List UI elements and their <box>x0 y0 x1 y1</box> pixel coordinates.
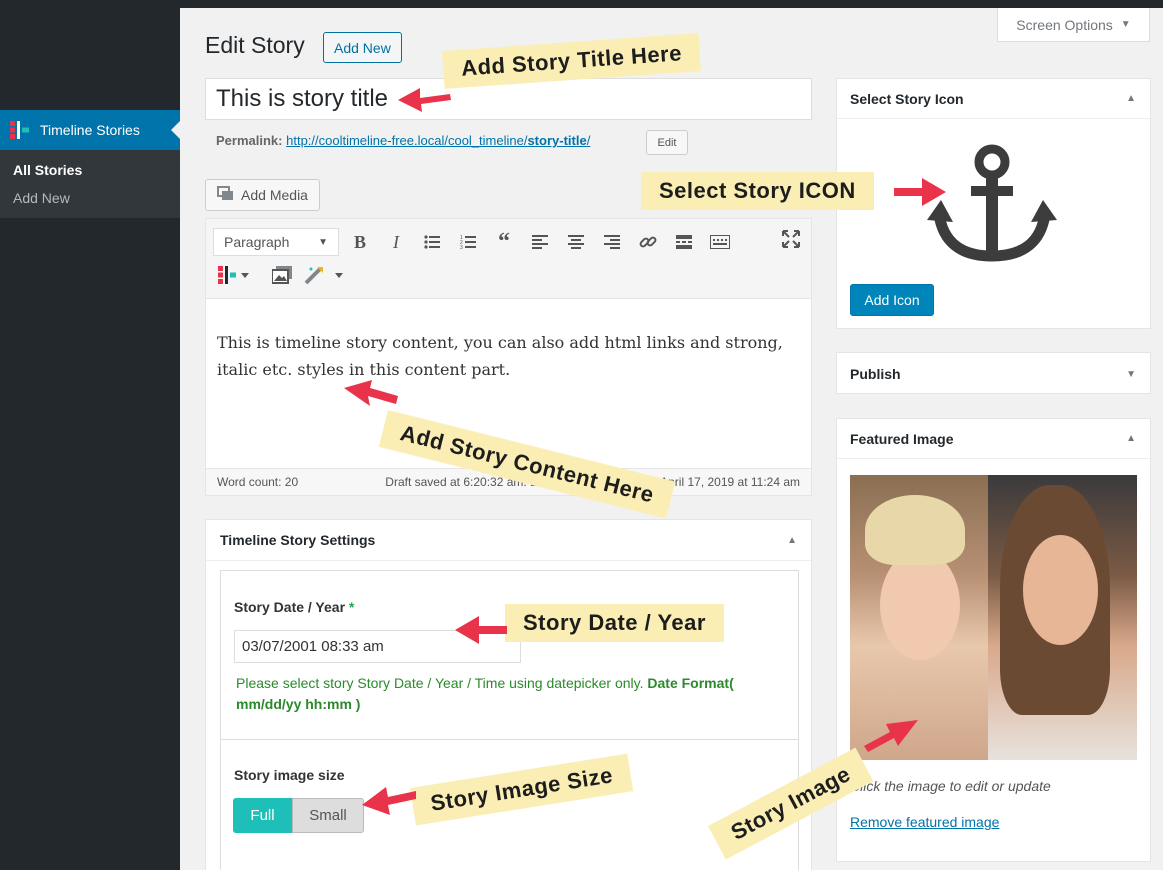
arrow-icon <box>344 380 398 406</box>
italic-icon[interactable]: I <box>382 228 410 256</box>
timeline-icon[interactable] <box>214 261 254 289</box>
read-more-icon[interactable] <box>670 228 698 256</box>
featured-box-header[interactable]: Featured Image ▲ <box>837 419 1150 459</box>
featured-image-box: Featured Image ▲ Click the image to edit… <box>836 418 1151 862</box>
page-title: Edit Story <box>205 32 305 58</box>
magic-wand-icon[interactable] <box>302 261 346 289</box>
format-select-value: Paragraph <box>224 234 290 250</box>
arrow-icon <box>362 787 416 815</box>
icon-box-title: Select Story Icon <box>850 90 964 107</box>
add-media-button[interactable]: Add Media <box>205 179 320 211</box>
align-center-icon[interactable] <box>562 228 590 256</box>
toolbar-toggle-icon[interactable] <box>706 228 734 256</box>
fullscreen-icon[interactable] <box>777 225 805 253</box>
caret-down-icon: ▼ <box>1120 19 1131 30</box>
size-full-option[interactable]: Full <box>233 798 292 833</box>
image-size-toggle: Full Small <box>233 798 364 833</box>
photo-right <box>988 475 1137 760</box>
publish-box-header[interactable]: Publish ▼ <box>837 353 1150 395</box>
format-select[interactable]: Paragraph ▼ <box>213 228 339 256</box>
publish-title: Publish <box>850 366 901 382</box>
settings-title: Timeline Story Settings <box>220 532 376 548</box>
annotation-date: Story Date / Year <box>505 604 724 642</box>
svg-text:3: 3 <box>460 245 463 249</box>
align-left-icon[interactable] <box>526 228 554 256</box>
date-label-text: Story Date / Year <box>234 599 346 615</box>
admin-bar <box>0 0 1163 8</box>
numbered-list-icon[interactable]: 123 <box>454 228 482 256</box>
submenu-add-new[interactable]: Add New <box>0 184 180 212</box>
image-size-label: Story image size <box>234 767 345 783</box>
permalink: Permalink: http://cooltimeline-free.loca… <box>216 133 590 148</box>
arrow-icon <box>455 616 507 644</box>
required-mark: * <box>348 599 355 615</box>
settings-header[interactable]: Timeline Story Settings ▲ <box>206 520 811 561</box>
link-icon[interactable] <box>634 228 662 256</box>
submenu: All Stories Add New <box>0 150 180 218</box>
blockquote-icon[interactable]: “ <box>490 228 518 256</box>
screen-options-label: Screen Options <box>1016 16 1113 33</box>
collapse-icon[interactable]: ▲ <box>1126 93 1136 104</box>
timeline-story-settings: Timeline Story Settings ▲ Story Date / Y… <box>205 519 812 870</box>
date-help-text: Please select story Story Date / Year / … <box>236 673 766 715</box>
media-icon <box>217 185 235 205</box>
permalink-tail: / <box>586 133 591 148</box>
editor-toolbar: Paragraph ▼ B I 123 “ <box>206 219 811 299</box>
collapse-icon[interactable]: ▲ <box>787 535 797 546</box>
featured-title: Featured Image <box>850 430 954 447</box>
bullet-list-icon[interactable] <box>418 228 446 256</box>
annotation-icon: Select Story ICON <box>641 172 874 210</box>
permalink-link[interactable]: http://cooltimeline-free.local/cool_time… <box>286 133 590 148</box>
add-icon-button[interactable]: Add Icon <box>850 284 934 316</box>
add-new-button[interactable]: Add New <box>323 32 402 63</box>
remove-featured-image-link[interactable]: Remove featured image <box>850 814 999 830</box>
word-count: Word count: 20 <box>217 475 299 489</box>
select-caret-icon: ▼ <box>318 236 328 248</box>
size-small-option[interactable]: Small <box>292 798 364 833</box>
menu-item-timeline-stories[interactable]: Timeline Stories <box>0 110 180 150</box>
date-label: Story Date / Year * <box>234 599 354 615</box>
arrow-icon <box>398 88 451 112</box>
permalink-slug: story-title <box>527 133 587 148</box>
bold-icon[interactable]: B <box>346 228 374 256</box>
permalink-base: http://cooltimeline-free.local/cool_time… <box>286 133 528 148</box>
publish-box: Publish ▼ <box>836 352 1151 394</box>
collapse-icon[interactable]: ▲ <box>1126 433 1136 444</box>
select-story-icon-box: Select Story Icon ▲ Add Icon <box>836 78 1151 329</box>
menu-label: Timeline Stories <box>40 122 140 138</box>
featured-caption: Click the image to edit or update <box>850 778 1051 794</box>
gallery-icon[interactable] <box>268 261 296 289</box>
arrow-icon <box>894 178 946 206</box>
arrow-icon <box>864 720 918 752</box>
submenu-all-stories[interactable]: All Stories <box>0 156 180 184</box>
align-right-icon[interactable] <box>598 228 626 256</box>
permalink-edit-button[interactable]: Edit <box>646 130 688 155</box>
divider <box>221 739 798 740</box>
screen-options-button[interactable]: Screen Options ▼ <box>997 8 1150 42</box>
help-text: Please select story Story Date / Year / … <box>236 675 644 691</box>
add-media-label: Add Media <box>241 187 308 203</box>
permalink-label: Permalink: <box>216 133 283 148</box>
expand-icon[interactable]: ▼ <box>1126 369 1136 380</box>
icon-box-header[interactable]: Select Story Icon ▲ <box>837 79 1150 119</box>
timeline-icon <box>0 121 40 139</box>
